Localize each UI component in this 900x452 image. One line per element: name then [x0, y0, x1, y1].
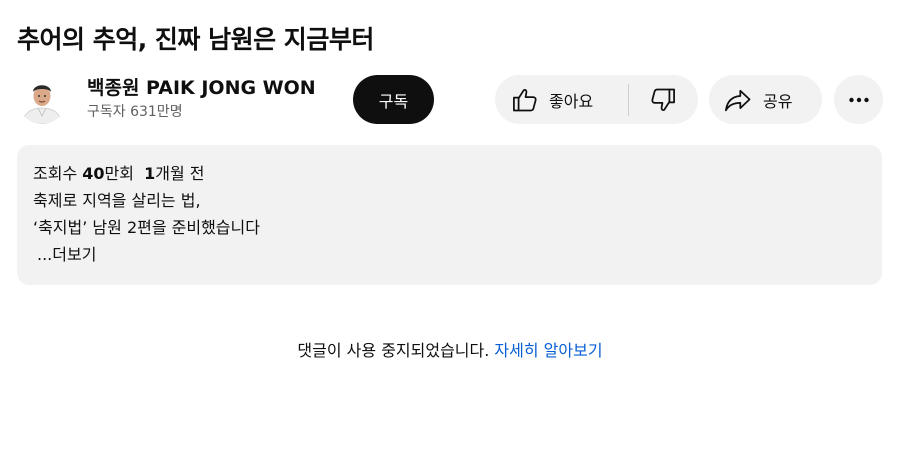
comments-disabled-text: 댓글이 사용 중지되었습니다.	[297, 341, 490, 360]
owner-row: 백종원 PAIK JONG WON 구독자 631만명 구독 좋아요 공유	[17, 74, 883, 124]
like-dislike-group: 좋아요	[495, 75, 698, 124]
description-line: ‘축지법’ 남원 2편을 준비했습니다	[33, 218, 260, 237]
share-arrow-icon	[723, 86, 753, 114]
show-more-link[interactable]: ...더보기	[33, 241, 882, 268]
video-title: 추어의 추억, 진짜 남원은 지금부터	[17, 25, 374, 54]
chef-avatar-icon[interactable]	[17, 74, 67, 124]
comments-disabled-notice: 댓글이 사용 중지되었습니다. 자세히 알아보기	[0, 338, 900, 364]
more-actions-button[interactable]	[834, 75, 883, 124]
channel-info: 백종원 PAIK JONG WON 구독자 631만명	[87, 75, 316, 123]
share-label: 공유	[763, 91, 793, 111]
more-horizontal-icon	[847, 88, 871, 112]
like-button[interactable]: 좋아요	[495, 75, 611, 124]
channel-name[interactable]: 백종원 PAIK JONG WON	[87, 75, 316, 101]
subscriber-count: 구독자 631만명	[87, 104, 183, 120]
learn-more-link[interactable]: 자세히 알아보기	[494, 341, 602, 360]
subscribe-button[interactable]: 구독	[353, 75, 434, 124]
video-meta: 조회수 40만회 1개월 전	[33, 160, 882, 187]
thumbs-down-icon	[649, 86, 677, 114]
watch-page: 추어의 추억, 진짜 남원은 지금부터 백종원 PAIK JONG WON 구독…	[0, 0, 900, 452]
view-count: 조회수 40만회	[33, 164, 134, 183]
dislike-button[interactable]	[629, 75, 697, 124]
share-button[interactable]: 공유	[709, 75, 822, 124]
description-box[interactable]: 조회수 40만회 1개월 전 축제로 지역을 살리는 법, ‘축지법’ 남원 2…	[17, 145, 882, 285]
like-label: 좋아요	[549, 91, 594, 111]
upload-date: 1개월 전	[144, 164, 205, 183]
description-line: 축제로 지역을 살리는 법,	[33, 191, 201, 210]
thumbs-up-icon	[511, 86, 539, 114]
